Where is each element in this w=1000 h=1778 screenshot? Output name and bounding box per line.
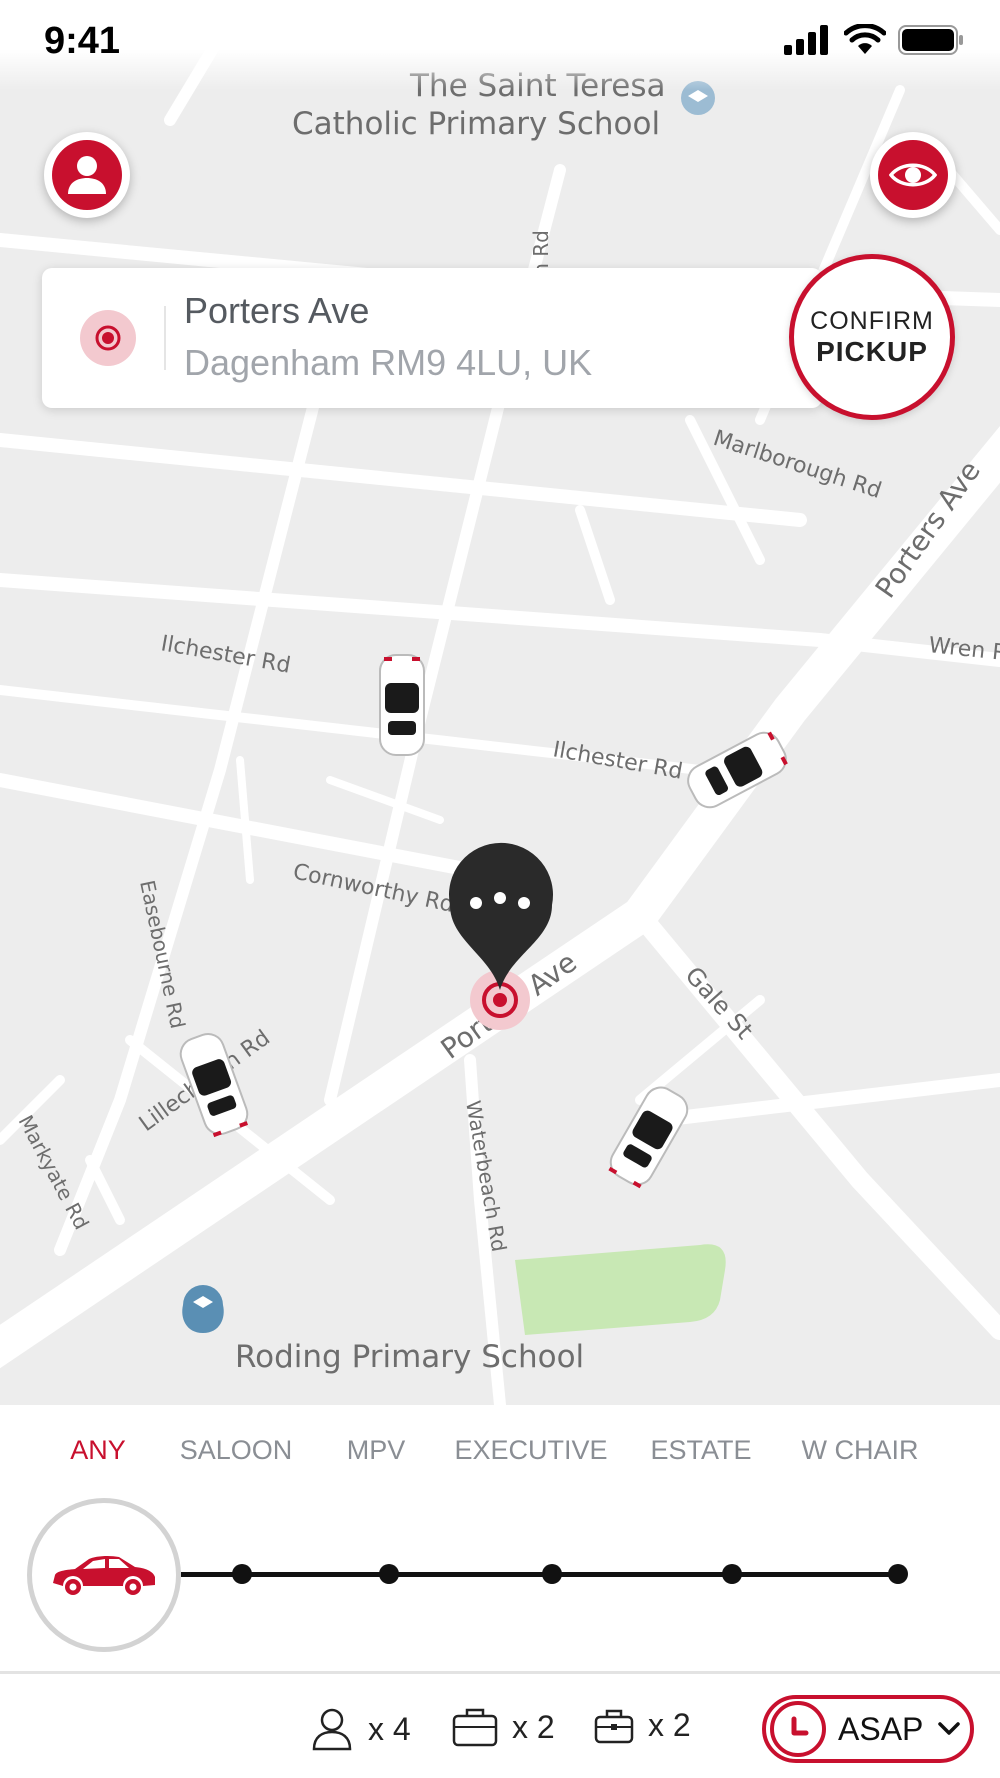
vehicle-slider-handle[interactable] — [27, 1498, 181, 1652]
status-bar: 9:41 — [0, 0, 1000, 90]
briefcase-icon — [594, 1709, 634, 1743]
pickup-time-value: ASAP — [838, 1710, 924, 1747]
pickup-time-select[interactable]: ASAP — [762, 1695, 974, 1763]
divider — [164, 306, 166, 370]
large-bag-count: x 2 — [512, 1708, 555, 1745]
confirm-label: CONFIRM — [810, 306, 934, 335]
vehicle-selection-sheet: ANY SALOON MPV EXECUTIVE ESTATE W CHAIR … — [0, 1405, 1000, 1778]
tab-executive[interactable]: EXECUTIVE — [454, 1435, 607, 1466]
confirm-pickup-button[interactable]: CONFIRM PICKUP — [789, 254, 955, 420]
tab-any[interactable]: ANY — [70, 1435, 126, 1466]
target-pin-icon — [80, 310, 136, 366]
address-street: Porters Ave — [184, 290, 370, 331]
tab-w-chair[interactable]: W CHAIR — [802, 1435, 919, 1466]
status-time: 9:41 — [44, 20, 121, 62]
pickup-label: PICKUP — [816, 335, 928, 367]
slider-stop-w-chair[interactable] — [888, 1564, 908, 1584]
map-label: Wren R — [927, 633, 1000, 666]
school-pin-icon — [182, 1285, 224, 1333]
visibility-button[interactable] — [870, 132, 956, 218]
user-icon — [52, 140, 122, 210]
vehicle-type-tabs: ANY SALOON MPV EXECUTIVE ESTATE W CHAIR — [0, 1435, 1000, 1485]
map-label: Porters Ave — [869, 455, 987, 604]
small-bag-capacity: x 2 — [594, 1707, 691, 1744]
small-bag-count: x 2 — [648, 1707, 691, 1743]
tab-estate[interactable]: ESTATE — [650, 1435, 751, 1466]
wifi-icon — [844, 24, 886, 54]
passenger-capacity: x 4 — [310, 1707, 411, 1751]
map-canvas: The Saint Teresa Catholic Primary School… — [0, 14, 1000, 1405]
pickup-address-card[interactable]: Porters Ave Dagenham RM9 4LU, UK — [42, 268, 822, 408]
divider — [0, 1671, 1000, 1674]
map-label: Roding Primary School — [235, 1339, 584, 1375]
map-label: Markyate Rd — [14, 1111, 94, 1233]
vehicle-slider-track[interactable] — [181, 1572, 898, 1577]
profile-button[interactable] — [44, 132, 130, 218]
map-view[interactable]: The Saint Teresa Catholic Primary School… — [0, 0, 1000, 1405]
tab-saloon[interactable]: SALOON — [180, 1435, 293, 1466]
slider-stop-mpv[interactable] — [379, 1564, 399, 1584]
slider-stop-estate[interactable] — [722, 1564, 742, 1584]
map-label: Ilchester Rd — [551, 737, 684, 784]
cellular-signal-icon — [784, 25, 828, 55]
map-label: Catholic Primary School — [292, 106, 660, 142]
eye-icon — [878, 140, 948, 210]
passenger-icon — [312, 1708, 352, 1751]
slider-stop-saloon[interactable] — [232, 1564, 252, 1584]
map-label: Waterbeach Rd — [461, 1099, 511, 1254]
car-icon — [53, 1555, 155, 1595]
battery-icon — [898, 25, 963, 55]
slider-stop-executive[interactable] — [542, 1564, 562, 1584]
car-marker — [379, 654, 425, 756]
map-label: Marlborough Rd — [710, 426, 884, 504]
tab-mpv[interactable]: MPV — [347, 1435, 406, 1466]
clock-icon — [770, 1701, 826, 1757]
suitcase-icon — [452, 1708, 498, 1747]
map-label: Ilchester Rd — [159, 631, 292, 678]
passenger-count: x 4 — [368, 1710, 411, 1747]
large-bag-capacity: x 2 — [452, 1707, 555, 1747]
park-area — [515, 1244, 726, 1335]
chevron-down-icon — [938, 1722, 961, 1735]
address-city: Dagenham RM9 4LU, UK — [184, 342, 593, 383]
car-marker — [608, 1086, 689, 1189]
